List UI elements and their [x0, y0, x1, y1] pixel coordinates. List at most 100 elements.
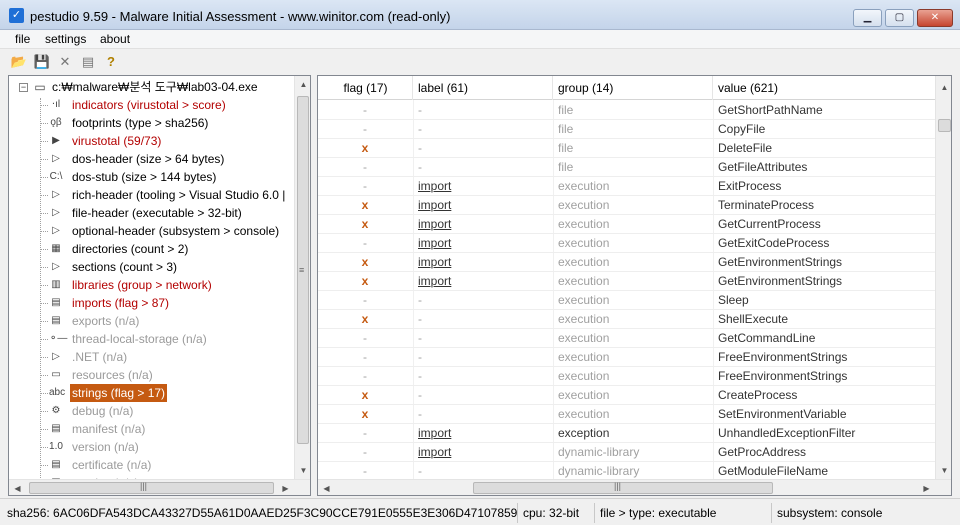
label-cell[interactable]: import	[418, 253, 451, 272]
scroll-right-icon[interactable]: ▶	[277, 480, 294, 495]
tree-item[interactable]: ▦ directories (count > 2)	[39, 240, 294, 258]
label-cell[interactable]: import	[418, 424, 451, 443]
table-row[interactable]: - - file GetFileAttributes	[318, 158, 935, 177]
group-cell: execution	[558, 293, 610, 307]
scroll-left-icon[interactable]: ◀	[9, 480, 26, 495]
table-row[interactable]: x - execution ShellExecute	[318, 310, 935, 329]
column-header-label[interactable]: label (61)	[413, 76, 553, 100]
tree-item[interactable]: ▥ libraries (group > network)	[39, 276, 294, 294]
table-row[interactable]: x import execution GetCurrentProcess	[318, 215, 935, 234]
table-row[interactable]: x - execution SetEnvironmentVariable	[318, 405, 935, 424]
save-icon[interactable]: 💾	[33, 53, 51, 71]
maximize-button[interactable]: ▢	[885, 9, 914, 27]
tree-item[interactable]: C:\ dos-stub (size > 144 bytes)	[39, 168, 294, 186]
label-cell[interactable]: import	[418, 272, 451, 291]
open-folder-icon[interactable]: 📂	[10, 53, 28, 71]
group-cell: dynamic-library	[558, 445, 640, 459]
tree-item[interactable]: 1.0 version (n/a)	[39, 438, 294, 456]
tree-scroll-thumb[interactable]: ≡	[297, 96, 309, 444]
table-row[interactable]: - - file CopyFile	[318, 120, 935, 139]
tree-item[interactable]: ▤ manifest (n/a)	[39, 420, 294, 438]
tree-item[interactable]: ▷ dos-header (size > 64 bytes)	[39, 150, 294, 168]
tree-root[interactable]: − ▭ c:₩malware₩분석 도구₩lab03-04.exe	[9, 78, 299, 96]
tree-vertical-scrollbar[interactable]: ▲ ≡ ▼	[294, 76, 310, 479]
document-icon[interactable]: ▤	[79, 53, 97, 71]
tree-item[interactable]: ‧ıl indicators (virustotal > score)	[39, 96, 294, 114]
tree-item[interactable]: abc strings (flag > 17)	[39, 384, 294, 402]
tree-item-label: imports (flag > 87)	[72, 296, 170, 310]
table-row[interactable]: x - execution CreateProcess	[318, 386, 935, 405]
help-icon[interactable]: ?	[102, 53, 120, 71]
table-hscroll-thumb[interactable]: |||	[473, 481, 773, 494]
table-row[interactable]: - import exception UnhandledExceptionFilter	[318, 424, 935, 443]
tree-item[interactable]: ▭ resources (n/a)	[39, 366, 294, 384]
tree-item-label: directories (count > 2)	[72, 242, 189, 256]
scroll-down-icon[interactable]: ▼	[936, 462, 951, 479]
tree-item[interactable]: ▷ .NET (n/a)	[39, 348, 294, 366]
tree-hscroll-thumb[interactable]: |||	[29, 481, 274, 494]
table-row[interactable]: x import execution TerminateProcess	[318, 196, 935, 215]
table-row[interactable]: - import dynamic-library GetProcAddress	[318, 443, 935, 462]
tree-item[interactable]: ▷ sections (count > 3)	[39, 258, 294, 276]
tree-item-label: footprints (type > sha256)	[72, 116, 209, 130]
menu-settings[interactable]: settings	[45, 32, 86, 46]
label-cell[interactable]: import	[418, 196, 451, 215]
tree-item[interactable]: ⚙ debug (n/a)	[39, 402, 294, 420]
column-header-flag[interactable]: flag (17)	[318, 76, 413, 100]
scroll-up-icon[interactable]: ▲	[936, 79, 951, 96]
label-cell[interactable]: import	[418, 443, 451, 462]
menu-file[interactable]: file	[15, 32, 30, 46]
tree-item[interactable]: ▷ file-header (executable > 32-bit)	[39, 204, 294, 222]
table-row[interactable]: - - execution Sleep	[318, 291, 935, 310]
column-header-group[interactable]: group (14)	[553, 76, 713, 100]
status-bar: sha256: 6AC06DFA543DCA43327D55A61D0AAED2…	[0, 498, 960, 525]
scroll-down-icon[interactable]: ▼	[295, 462, 310, 479]
delete-icon[interactable]: ✕	[56, 53, 74, 71]
table-row[interactable]: - - file GetShortPathName	[318, 101, 935, 120]
group-cell: execution	[558, 179, 610, 193]
tree-item-label: optional-header (subsystem > console)	[72, 224, 280, 238]
tree-item-label: dos-header (size > 64 bytes)	[72, 152, 225, 166]
table-row[interactable]: - - execution FreeEnvironmentStrings	[318, 348, 935, 367]
menu-bar: file settings about	[0, 30, 960, 49]
tree-item[interactable]: ▤ exports (n/a)	[39, 312, 294, 330]
flag-cell: x	[361, 217, 369, 231]
close-button[interactable]: ✕	[917, 9, 953, 27]
flag-cell: -	[363, 160, 367, 174]
table-row[interactable]: - import execution ExitProcess	[318, 177, 935, 196]
scroll-right-icon[interactable]: ▶	[918, 480, 935, 495]
table-row[interactable]: - - execution FreeEnvironmentStrings	[318, 367, 935, 386]
column-header-value[interactable]: value (621)	[713, 76, 935, 100]
table-row[interactable]: x - file DeleteFile	[318, 139, 935, 158]
table-row[interactable]: - - execution GetCommandLine	[318, 329, 935, 348]
tree-item[interactable]: ▶ virustotal (59/73)	[39, 132, 294, 150]
tree-item[interactable]: ǫβ footprints (type > sha256)	[39, 114, 294, 132]
table-row[interactable]: - import execution GetExitCodeProcess	[318, 234, 935, 253]
manifest-icon: ▤	[51, 423, 61, 434]
tree-branch-line	[40, 231, 48, 232]
tree-horizontal-scrollbar[interactable]: ◀ ||| ▶	[9, 479, 310, 495]
table-row[interactable]: x import execution GetEnvironmentStrings	[318, 253, 935, 272]
table-row[interactable]: x import execution GetEnvironmentStrings	[318, 272, 935, 291]
table-vertical-scrollbar[interactable]: ▲ ▼	[935, 76, 951, 479]
scroll-up-icon[interactable]: ▲	[295, 76, 310, 93]
tree-item[interactable]: ▷ optional-header (subsystem > console)	[39, 222, 294, 240]
flag-cell: -	[363, 331, 367, 345]
scroll-left-icon[interactable]: ◀	[318, 480, 335, 495]
collapse-icon[interactable]: −	[19, 83, 28, 92]
table-horizontal-scrollbar[interactable]: ◀ ||| ▶	[318, 479, 951, 495]
minimize-button[interactable]: ▁	[853, 9, 882, 27]
table-scroll-thumb[interactable]	[938, 119, 951, 132]
tree-branch-line	[40, 411, 48, 412]
tree-item[interactable]: ▤ imports (flag > 87)	[39, 294, 294, 312]
tree-item[interactable]: ▷ rich-header (tooling > Visual Studio 6.…	[39, 186, 294, 204]
label-cell[interactable]: import	[418, 215, 451, 234]
tree-branch-line	[40, 195, 48, 196]
label-cell[interactable]: import	[418, 177, 451, 196]
menu-about[interactable]: about	[100, 32, 130, 46]
tree-item[interactable]: ▤ certificate (n/a)	[39, 456, 294, 474]
label-cell[interactable]: import	[418, 234, 451, 253]
tree-branch-line	[40, 321, 48, 322]
tree-branch-line	[40, 285, 48, 286]
tree-item[interactable]: ⚬— thread-local-storage (n/a)	[39, 330, 294, 348]
